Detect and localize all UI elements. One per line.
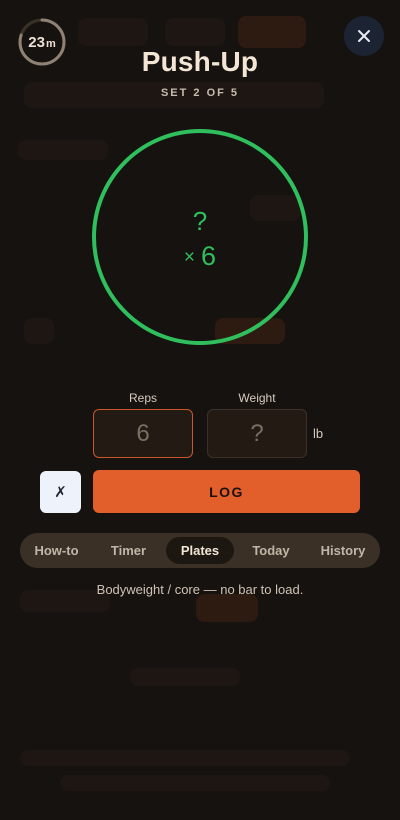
set-target-ring — [92, 129, 308, 345]
reps-input[interactable]: 6 — [93, 409, 193, 458]
skip-set-button[interactable]: ✗ — [40, 471, 81, 513]
plates-note: Bodyweight / core — no bar to load. — [96, 582, 304, 597]
tab-bar: How-to Timer Plates Today History — [20, 533, 380, 568]
log-set-button[interactable]: LOG — [93, 470, 360, 513]
target-weight: ? — [192, 206, 208, 236]
tab-how-to[interactable]: How-to — [24, 537, 89, 564]
times-symbol: × — [183, 247, 196, 268]
weight-label: Weight — [238, 391, 276, 405]
target-reps: × 6 — [0, 241, 400, 272]
target-reps-value: 6 — [201, 241, 217, 271]
skip-icon: ✗ — [54, 484, 67, 501]
close-icon — [358, 30, 370, 42]
tab-today[interactable]: Today — [238, 537, 304, 564]
tab-history[interactable]: History — [310, 537, 376, 564]
exercise-title: Push-Up — [141, 46, 259, 77]
weight-unit: lb — [313, 426, 324, 441]
reps-input-placeholder: 6 — [136, 419, 150, 447]
tab-plates[interactable]: Plates — [166, 537, 234, 564]
weight-input[interactable]: ? — [207, 409, 307, 458]
set-counter: SET 2 OF 5 — [160, 87, 240, 99]
tab-timer[interactable]: Timer — [96, 537, 161, 564]
reps-label: Reps — [128, 391, 157, 405]
weight-input-placeholder: ? — [250, 419, 264, 447]
background-app — [0, 0, 400, 820]
